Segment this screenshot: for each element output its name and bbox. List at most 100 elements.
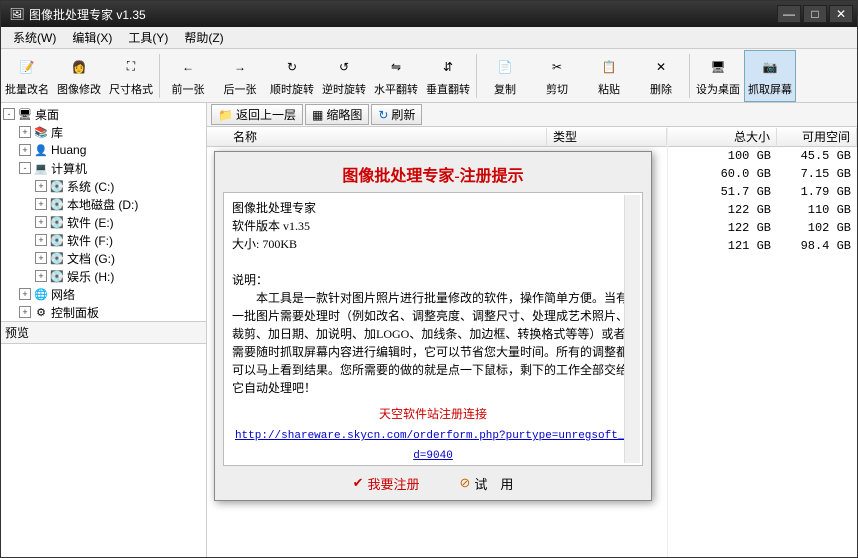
refresh-button[interactable]: ↻刷新 <box>371 104 422 125</box>
dlg-info2: 软件版本 v1.35 <box>232 217 634 235</box>
expander[interactable]: - <box>3 108 15 120</box>
tb-forward-button[interactable]: →后一张 <box>214 50 266 102</box>
refresh-icon: ↻ <box>378 108 388 122</box>
toolbar: 📝批量改名👩图像修改⛶尺寸格式←前一张→后一张↻顺时旋转↺逆时旋转⇋水平翻转⇵垂… <box>1 49 857 103</box>
tb-resize-button[interactable]: ⛶尺寸格式 <box>105 50 157 102</box>
tb-rename-button[interactable]: 📝批量改名 <box>1 50 53 102</box>
up-button[interactable]: 📁返回上一层 <box>211 104 303 125</box>
grid-icon: ▦ <box>312 108 323 122</box>
dlg-info1: 图像批处理专家 <box>232 199 634 217</box>
tree-item[interactable]: +📚库 <box>3 123 204 141</box>
resize-icon: ⛶ <box>119 55 143 79</box>
tree-item[interactable]: +🌐网络 <box>3 285 204 303</box>
tb-flip-h-button[interactable]: ⇋水平翻转 <box>370 50 422 102</box>
up-icon: 📁 <box>218 108 233 122</box>
col-type[interactable]: 类型 <box>547 128 667 145</box>
expander[interactable]: + <box>19 144 31 156</box>
menu-tools[interactable]: 工具(Y) <box>120 27 176 48</box>
node-icon: 🌐 <box>33 286 49 302</box>
tb-paste-button[interactable]: 📋粘贴 <box>583 50 635 102</box>
scrollbar[interactable] <box>624 195 640 463</box>
expander[interactable]: + <box>35 198 47 210</box>
paste-icon: 📋 <box>597 55 621 79</box>
tb-back-button[interactable]: ←前一张 <box>162 50 214 102</box>
disk-row[interactable]: 122 GB102 GB <box>668 219 857 237</box>
trial-button[interactable]: ⊘试 用 <box>460 474 514 493</box>
menu-edit[interactable]: 编辑(X) <box>64 27 120 48</box>
node-icon: 💽 <box>49 214 65 230</box>
col-name[interactable]: 名称 <box>227 128 547 145</box>
col-free[interactable]: 可用空间 <box>777 128 857 145</box>
tree-item[interactable]: +💽文档 (G:) <box>3 249 204 267</box>
col-total[interactable]: 总大小 <box>668 128 777 145</box>
node-icon: 🖥 <box>17 106 33 122</box>
expander[interactable]: + <box>19 306 31 318</box>
tb-face-button[interactable]: 👩图像修改 <box>53 50 105 102</box>
tree-item[interactable]: +👤Huang <box>3 141 204 159</box>
tree-item[interactable]: -💻计算机 <box>3 159 204 177</box>
tree-item[interactable]: +💽软件 (E:) <box>3 213 204 231</box>
node-icon: ⚙ <box>33 304 49 320</box>
expander[interactable]: + <box>19 288 31 300</box>
node-icon: 💻 <box>33 160 49 176</box>
tree-item[interactable]: +⚙控制面板 <box>3 303 204 321</box>
tree-item[interactable]: -🖥桌面 <box>3 105 204 123</box>
tb-copy-button[interactable]: 📄复制 <box>479 50 531 102</box>
tb-desktop-button[interactable]: 🖥设为桌面 <box>692 50 744 102</box>
disk-row[interactable]: 100 GB45.5 GB <box>668 147 857 165</box>
disk-list: 总大小 可用空间 100 GB45.5 GB60.0 GB7.15 GB51.7… <box>667 127 857 557</box>
rename-icon: 📝 <box>15 55 39 79</box>
tb-delete-button[interactable]: ✕删除 <box>635 50 687 102</box>
dlg-desc: 本工具是一款针对图片照片进行批量修改的软件，操作简单方便。当有一批图片需要处理时… <box>232 289 634 397</box>
menu-system[interactable]: 系统(W) <box>5 27 64 48</box>
expander[interactable]: + <box>35 180 47 192</box>
preview-label: 预览 <box>1 321 206 343</box>
register-button[interactable]: ✔我要注册 <box>353 474 420 493</box>
tree-item[interactable]: +💽本地磁盘 (D:) <box>3 195 204 213</box>
disk-row[interactable]: 60.0 GB7.15 GB <box>668 165 857 183</box>
expander[interactable]: + <box>19 126 31 138</box>
maximize-button[interactable]: □ <box>803 5 827 23</box>
rot-ccw-icon: ↺ <box>332 55 356 79</box>
node-icon: 💽 <box>49 178 65 194</box>
capture-icon: 📷 <box>758 55 782 79</box>
node-icon: 💽 <box>49 196 65 212</box>
forward-icon: → <box>228 55 252 79</box>
expander[interactable]: - <box>19 162 31 174</box>
disk-row[interactable]: 122 GB110 GB <box>668 201 857 219</box>
expander[interactable]: + <box>35 270 47 282</box>
expander[interactable]: + <box>35 252 47 264</box>
check-icon: ✔ <box>353 475 364 491</box>
back-icon: ← <box>176 55 200 79</box>
tb-rot-ccw-button[interactable]: ↺逆时旋转 <box>318 50 370 102</box>
disk-row[interactable]: 121 GB98.4 GB <box>668 237 857 255</box>
minimize-button[interactable]: — <box>777 5 801 23</box>
tb-capture-button[interactable]: 📷抓取屏幕 <box>744 50 796 102</box>
delete-icon: ✕ <box>649 55 673 79</box>
tree-item[interactable]: +💽系统 (C:) <box>3 177 204 195</box>
node-icon: 💽 <box>49 232 65 248</box>
preview-pane <box>1 343 206 558</box>
expander[interactable]: + <box>35 234 47 246</box>
close-button[interactable]: ✕ <box>829 5 853 23</box>
tb-cut-button[interactable]: ✂剪切 <box>531 50 583 102</box>
cut-icon: ✂ <box>545 55 569 79</box>
disk-row[interactable]: 51.7 GB1.79 GB <box>668 183 857 201</box>
thumb-button[interactable]: ▦缩略图 <box>305 104 369 125</box>
node-icon: 💽 <box>49 268 65 284</box>
tb-rot-cw-button[interactable]: ↻顺时旋转 <box>266 50 318 102</box>
node-icon: 👤 <box>33 142 49 158</box>
tb-flip-v-button[interactable]: ⇵垂直翻转 <box>422 50 474 102</box>
sidebar: -🖥桌面+📚库+👤Huang-💻计算机+💽系统 (C:)+💽本地磁盘 (D:)+… <box>1 103 207 557</box>
flip-v-icon: ⇵ <box>436 55 460 79</box>
link1-url[interactable]: http://shareware.skycn.com/orderform.php… <box>235 430 631 462</box>
expander[interactable]: + <box>35 216 47 228</box>
tree-item[interactable]: +💽软件 (F:) <box>3 231 204 249</box>
tree-item[interactable]: +💽娱乐 (H:) <box>3 267 204 285</box>
rot-cw-icon: ↻ <box>280 55 304 79</box>
menu-help[interactable]: 帮助(Z) <box>176 27 231 48</box>
sub-toolbar: 📁返回上一层 ▦缩略图 ↻刷新 <box>207 103 857 127</box>
flip-h-icon: ⇋ <box>384 55 408 79</box>
link1-title: 天空软件站注册连接 <box>232 405 634 423</box>
dlg-info3: 大小: 700KB <box>232 235 634 253</box>
